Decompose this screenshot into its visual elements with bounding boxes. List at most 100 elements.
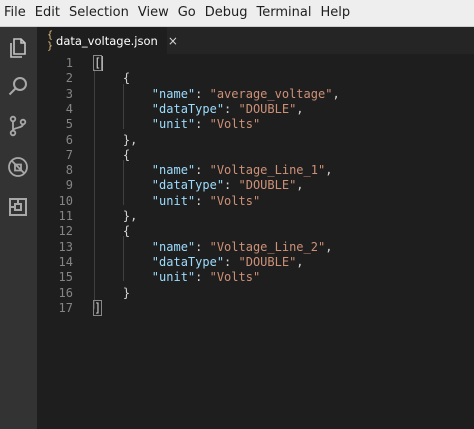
json-string: "Voltage_Line_2"	[209, 239, 326, 254]
close-icon[interactable]: ×	[168, 34, 178, 48]
line-number: 2	[65, 71, 73, 86]
menu-go[interactable]: Go	[174, 0, 201, 26]
menu-help[interactable]: Help	[316, 0, 355, 26]
json-key: "dataType"	[151, 178, 225, 193]
search-icon[interactable]	[6, 75, 30, 99]
json-punctuation: }	[94, 285, 131, 300]
line-number: 12	[58, 224, 73, 239]
menu-view[interactable]: View	[134, 0, 174, 26]
line-number: 11	[58, 209, 73, 223]
line-number: 6	[65, 132, 73, 147]
json-punctuation: },	[94, 209, 138, 223]
tab-label: data_voltage.json	[56, 33, 158, 48]
line-number: 16	[58, 285, 73, 300]
tab-data-voltage-json[interactable]: { } data_voltage.json ×	[37, 27, 178, 54]
json-punctuation: ,	[296, 254, 304, 269]
json-punctuation: :	[195, 193, 210, 208]
code-line: 14 "dataType": "DOUBLE",	[37, 255, 474, 270]
text-cursor	[102, 56, 103, 71]
line-number: 3	[65, 86, 73, 101]
json-punctuation: {	[94, 71, 131, 86]
files-icon[interactable]	[6, 36, 30, 60]
json-string: "Voltage_Line_1"	[209, 163, 326, 178]
json-key: "unit"	[151, 193, 196, 208]
json-punctuation	[94, 102, 152, 116]
menu-bar: File Edit Selection View Go Debug Termin…	[0, 0, 474, 27]
menu-file[interactable]: File	[0, 0, 31, 26]
json-punctuation: :	[195, 270, 210, 285]
code-text: "name": "Voltage_Line_2",	[94, 239, 333, 255]
code-line: 8 "name": "Voltage_Line_1",	[37, 163, 474, 178]
matched-bracket: [	[92, 55, 103, 71]
code-line: 12 {	[37, 224, 474, 239]
line-number: 7	[65, 147, 73, 162]
json-string: "Volts"	[209, 193, 261, 208]
json-key: "dataType"	[151, 254, 225, 269]
code-line: 9 "dataType": "DOUBLE",	[37, 178, 474, 193]
json-punctuation	[94, 163, 152, 177]
line-number: 8	[65, 163, 73, 178]
json-punctuation	[94, 240, 152, 254]
code-line: 10 "unit": "Volts"	[37, 194, 474, 209]
code-text: "unit": "Volts"	[94, 117, 260, 132]
json-key: "name"	[151, 86, 196, 101]
code-text: {	[94, 148, 130, 163]
code-line: 15 "unit": "Volts"	[37, 270, 474, 285]
line-number: 5	[65, 117, 73, 132]
line-number: 14	[58, 254, 73, 269]
line-number: 4	[65, 101, 73, 116]
json-key: "unit"	[151, 270, 196, 285]
menu-edit[interactable]: Edit	[31, 0, 65, 26]
line-number: 15	[58, 270, 73, 285]
json-punctuation: :	[195, 86, 210, 101]
json-punctuation	[94, 87, 152, 101]
code-text: [	[92, 55, 103, 71]
line-number: 9	[65, 178, 73, 193]
menu-terminal[interactable]: Terminal	[253, 0, 317, 26]
source-control-icon[interactable]	[6, 114, 30, 138]
code-editor[interactable]: 1 [2 {3 "name": "average_voltage", 4 "data…	[37, 54, 474, 429]
json-punctuation: :	[224, 178, 239, 193]
json-punctuation: ,	[296, 178, 304, 193]
debug-icon[interactable]	[6, 155, 30, 179]
json-string: "DOUBLE"	[238, 254, 297, 269]
json-punctuation: ,	[332, 86, 340, 101]
code-text: "unit": "Volts"	[94, 270, 260, 285]
extensions-icon[interactable]	[6, 195, 30, 219]
json-punctuation	[94, 194, 152, 208]
code-line: 5 "unit": "Volts"	[37, 117, 474, 132]
json-punctuation: ,	[325, 163, 333, 178]
code-line: 13 "name": "Voltage_Line_2",	[37, 240, 474, 255]
line-number: 1	[65, 56, 73, 70]
menu-selection[interactable]: Selection	[65, 0, 134, 26]
json-punctuation: :	[195, 117, 210, 132]
code-text: ]	[92, 299, 103, 316]
json-punctuation: :	[224, 254, 239, 269]
code-line: 6 },	[37, 133, 474, 148]
menu-debug[interactable]: Debug	[201, 0, 253, 26]
json-key: "unit"	[151, 117, 196, 132]
code-line: 11 },	[37, 209, 474, 224]
code-text: }	[94, 286, 130, 301]
json-punctuation: :	[195, 239, 210, 254]
tab-strip: { } data_voltage.json ×	[37, 27, 474, 54]
json-string: "DOUBLE"	[238, 101, 297, 116]
activity-bar	[0, 27, 37, 429]
code-text: "dataType": "DOUBLE",	[94, 255, 304, 270]
json-punctuation: :	[195, 163, 210, 178]
json-key: "name"	[151, 239, 196, 254]
code-line: 2 {	[37, 71, 474, 86]
code-text: {	[94, 71, 130, 86]
code-line: 17]	[37, 299, 474, 316]
matched-bracket: ]	[92, 299, 103, 316]
code-line: 3 "name": "average_voltage",	[37, 87, 474, 102]
code-text: "dataType": "DOUBLE",	[94, 102, 304, 117]
json-punctuation: :	[224, 101, 239, 116]
code-text: "dataType": "DOUBLE",	[94, 178, 304, 193]
json-punctuation	[94, 255, 152, 269]
json-punctuation	[94, 178, 152, 192]
json-punctuation: {	[94, 147, 131, 162]
code-text: "unit": "Volts"	[94, 194, 260, 209]
json-punctuation	[94, 270, 152, 284]
json-punctuation: ,	[325, 239, 333, 254]
